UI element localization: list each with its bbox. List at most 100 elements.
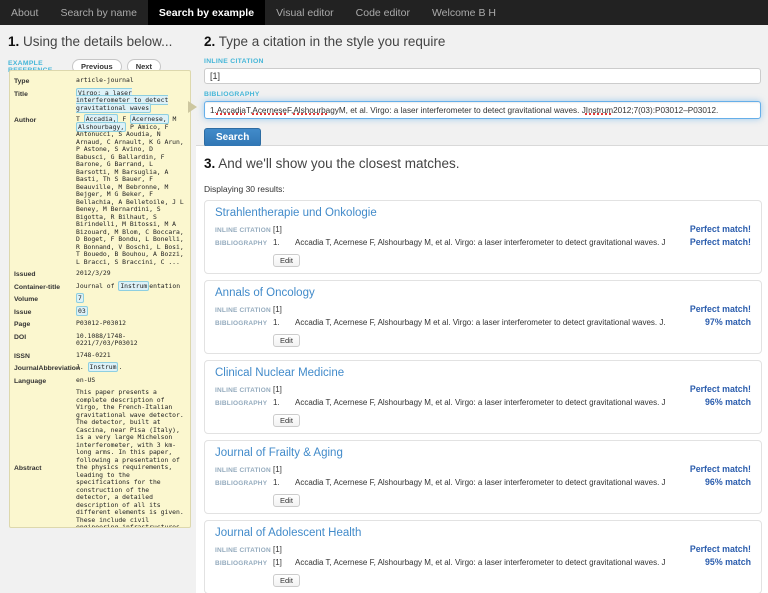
edit-button[interactable]: Edit <box>273 334 300 347</box>
reference-field-row: Issue 03 <box>14 305 187 317</box>
field-label: JournalAbbreviation <box>14 365 81 372</box>
field-text: 10.1088/1748-0221/7/03/P03012 <box>76 331 138 347</box>
matched-token: 7 <box>76 293 84 303</box>
inline-citation-value: [1] <box>273 305 282 314</box>
reference-field-row: Title Virgo: a laser interferometer to de… <box>14 87 187 113</box>
edit-button[interactable]: Edit <box>273 574 300 587</box>
result-card: Journal of Frailty & Aging INLINE CITATIO… <box>204 440 762 514</box>
result-card: Strahlentherapie und Onkologie INLINE CIT… <box>204 200 762 274</box>
section-1-panel: 1. Using the details below... EXAMPLE RE… <box>0 25 196 593</box>
field-label: Page <box>14 321 31 328</box>
result-style-link[interactable]: Journal of Frailty & Aging <box>215 447 751 459</box>
inline-citation-row: INLINE CITATION [1] Perfect match! <box>215 224 751 234</box>
bibliography-number: 1. <box>273 398 280 407</box>
field-value: 7 <box>76 293 187 304</box>
field-text: This paper presents a complete descripti… <box>76 388 184 528</box>
bibliography-label: BIBLIOGRAPHY <box>215 400 268 407</box>
search-button[interactable]: Search <box>204 128 262 147</box>
field-text: . <box>118 363 123 371</box>
inline-citation-row: INLINE CITATION [1] Perfect match! <box>215 384 751 394</box>
field-text: en-US <box>76 375 96 384</box>
field-value: J. Instrum. <box>76 362 187 373</box>
nav-item-about[interactable]: About <box>0 0 49 25</box>
section-3-heading: 3. And we'll show you the closest matche… <box>204 156 762 171</box>
field-value: article-journal <box>76 76 187 86</box>
edit-button[interactable]: Edit <box>273 414 300 427</box>
nav-item-welcome-b-h[interactable]: Welcome B H <box>421 0 507 25</box>
bibliography-match-badge: 96% match <box>705 477 751 487</box>
inline-match-badge: Perfect match! <box>689 384 751 394</box>
edit-button[interactable]: Edit <box>273 254 300 267</box>
nav-item-search-by-example[interactable]: Search by example <box>147 0 266 25</box>
result-list: Strahlentherapie und Onkologie INLINE CIT… <box>204 200 762 593</box>
bibliography-number: 1. <box>273 318 280 327</box>
inline-citation-input[interactable] <box>204 68 761 84</box>
inline-citation-row: INLINE CITATION [1] Perfect match! <box>215 304 751 314</box>
inline-citation-label: INLINE CITATION <box>215 547 271 554</box>
bibliography-text: Accadia T, Acernese F, Alshourbagy M, et… <box>295 398 668 407</box>
inline-citation-value: [1] <box>273 385 282 394</box>
matched-token: Instrum <box>87 362 119 372</box>
bibliography-text: Accadia T, Acernese F, Alshourbagy M, et… <box>295 558 668 567</box>
misspelled-token: Instrum <box>585 105 614 115</box>
section-2-number: 2. <box>204 34 216 49</box>
inline-citation-label: INLINE CITATION <box>215 227 271 234</box>
field-label: Abstract <box>14 464 42 472</box>
bibliography-text: Accadia T, Acernese F, Alshourbagy M, et… <box>295 478 668 487</box>
matched-token: 03 <box>76 305 88 316</box>
field-text: 2012/3/29 <box>76 269 111 277</box>
result-style-link[interactable]: Strahlentherapie und Onkologie <box>215 207 751 219</box>
field-value: P03012-P03012 <box>76 319 187 329</box>
inline-citation-value: [1] <box>273 465 282 474</box>
nav-item-search-by-name[interactable]: Search by name <box>49 0 147 25</box>
result-style-link[interactable]: Journal of Adolescent Health <box>215 527 751 539</box>
inline-match-badge: Perfect match! <box>689 464 751 474</box>
inline-match-badge: Perfect match! <box>689 544 751 554</box>
field-label: Author <box>14 117 37 124</box>
arrow-right-icon <box>188 101 197 113</box>
field-label: Title <box>14 90 28 98</box>
section-1-title: Using the details below... <box>19 34 173 49</box>
results-count: Displaying 30 results: <box>204 184 285 194</box>
inline-citation-label: INLINE CITATION <box>215 307 271 314</box>
field-text: M <box>168 115 177 123</box>
inline-citation-label: INLINE CITATION <box>215 467 271 474</box>
edit-button[interactable]: Edit <box>273 494 300 507</box>
reference-field-row: JournalAbbreviation J. Instrum. <box>14 362 187 373</box>
section-3-number: 3. <box>204 156 216 171</box>
reference-field-row: Type article-journal <box>14 76 187 86</box>
result-style-link[interactable]: Clinical Nuclear Medicine <box>215 367 751 379</box>
bibliography-row: BIBLIOGRAPHY 1. Accadia T, Acernese F, Als… <box>215 317 751 327</box>
field-value: Virgo: a laser interferometer to detect … <box>76 87 187 113</box>
bibliography-text: Accadia T, Acernese F, Alshourbagy M, et… <box>295 238 668 247</box>
bibliography-text: 2012;7(03):P03012–P03012. <box>613 105 719 115</box>
matched-token: Virgo: a laser interferometer to detect … <box>76 87 169 113</box>
reference-field-row: Abstract This paper presents a complete d… <box>14 388 187 528</box>
field-value: 1748-0221 <box>76 351 187 361</box>
misspelled-token: Accadia <box>216 105 246 115</box>
reference-field-row: DOI 10.1088/1748-0221/7/03/P03012 <box>14 331 187 348</box>
inline-citation-value: [1] <box>273 225 282 234</box>
app: About Search by name Search by example Visu… <box>0 0 768 593</box>
reference-field-row: Volume 7 <box>14 293 187 304</box>
inline-match-badge: Perfect match! <box>689 224 751 234</box>
bibliography-input[interactable]: 1. Accadia T, Acernese F, Alshourbagy M,… <box>204 101 761 119</box>
field-text: Journal of <box>76 281 119 290</box>
reference-field-row: Page P03012-P03012 <box>14 319 187 329</box>
field-value: T Accadia, F Acernese, M Alshourbagy, P … <box>76 114 187 266</box>
section-3-panel: 3. And we'll show you the closest matche… <box>196 146 768 593</box>
nav-item-visual-editor[interactable]: Visual editor <box>265 0 345 25</box>
result-style-link[interactable]: Annals of Oncology <box>215 287 751 299</box>
nav-item-code-editor[interactable]: Code editor <box>345 0 421 25</box>
bibliography-label: BIBLIOGRAPHY <box>215 320 268 327</box>
field-text: article-journal <box>76 76 134 84</box>
section-1-heading: 1. Using the details below... <box>8 34 196 49</box>
field-label: Container-title <box>14 283 61 291</box>
bibliography-row: BIBLIOGRAPHY [1] Accadia T, Acernese F, Al… <box>215 557 751 567</box>
bibliography-label: BIBLIOGRAPHY <box>204 91 260 98</box>
section-2-panel: 2. Type a citation in the style you requ… <box>196 25 768 147</box>
inline-citation-row: INLINE CITATION [1] Perfect match! <box>215 544 751 554</box>
reference-field-row: ISSN 1748-0221 <box>14 351 187 361</box>
field-value: 2012/3/29 <box>76 269 187 279</box>
example-reference-panel: Type article-journal Title Virgo: a laser i… <box>9 70 191 528</box>
